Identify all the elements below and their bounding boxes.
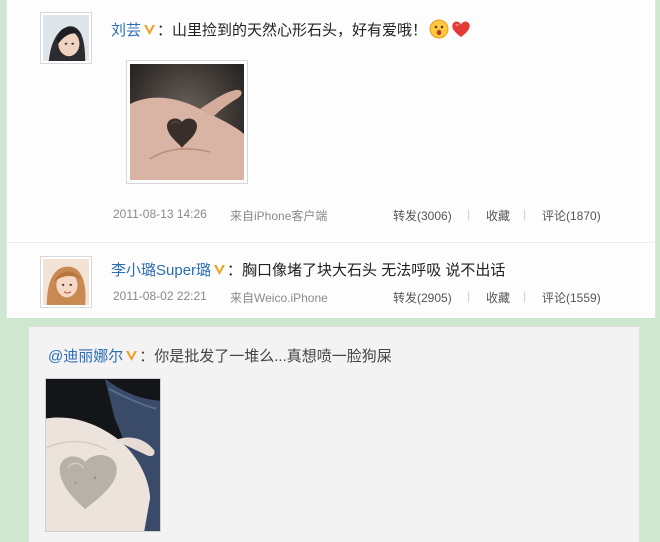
verified-badge-icon <box>213 263 226 276</box>
post-2-author[interactable]: 李小璐Super璐 <box>111 262 211 279</box>
heart-emoji-icon <box>451 19 471 39</box>
surprised-emoji-icon <box>429 19 449 39</box>
reply-author[interactable]: @迪丽娜尔 <box>48 348 123 365</box>
post-2-text: ：胸口像堵了块大石头 无法呼吸 说不出话 <box>227 262 506 279</box>
post-1-text: ：山里捡到的天然心形石头，好有爱哦！ <box>157 22 428 39</box>
post-1-repost-link[interactable]: 转发(3006) <box>393 207 452 224</box>
post-1-photo-thumbnail[interactable] <box>126 60 248 184</box>
avatar-liuyun[interactable] <box>40 12 92 64</box>
separator: | <box>467 207 471 221</box>
post-1-source[interactable]: 来自iPhone客户端 <box>230 207 327 224</box>
post-1-time[interactable]: 2011-08-13 14:26 <box>113 207 207 221</box>
post-1-favorite-link[interactable]: 收藏 <box>486 207 510 224</box>
post-2-comment-link[interactable]: 评论(1559) <box>542 289 601 306</box>
post-2-favorite-link[interactable]: 收藏 <box>486 289 510 306</box>
post-2-line: 李小璐Super璐 ：胸口像堵了块大石头 无法呼吸 说不出话 <box>111 259 505 280</box>
post-2-source[interactable]: 来自Weico.iPhone <box>230 289 328 306</box>
verified-badge-icon <box>125 349 138 362</box>
separator: | <box>467 289 471 303</box>
post-2-repost-link[interactable]: 转发(2905) <box>393 289 452 306</box>
separator: | <box>523 289 527 303</box>
reply-line: @迪丽娜尔 ：你是批发了一堆么...真想喷一脸狗屎 <box>48 345 392 366</box>
post-1-comment-link[interactable]: 评论(1870) <box>542 207 601 224</box>
post-2-time[interactable]: 2011-08-02 22:21 <box>113 289 207 303</box>
post-1-author[interactable]: 刘芸 <box>111 22 141 39</box>
separator: | <box>523 207 527 221</box>
verified-badge-icon <box>143 23 156 36</box>
reply-photo-thumbnail[interactable] <box>45 378 161 532</box>
reply-text: ：你是批发了一堆么...真想喷一脸狗屎 <box>139 348 392 365</box>
post-divider <box>6 242 654 243</box>
post-1-line: 刘芸 ：山里捡到的天然心形石头，好有爱哦！ <box>111 19 471 40</box>
avatar-lixiaolu[interactable] <box>40 256 92 308</box>
